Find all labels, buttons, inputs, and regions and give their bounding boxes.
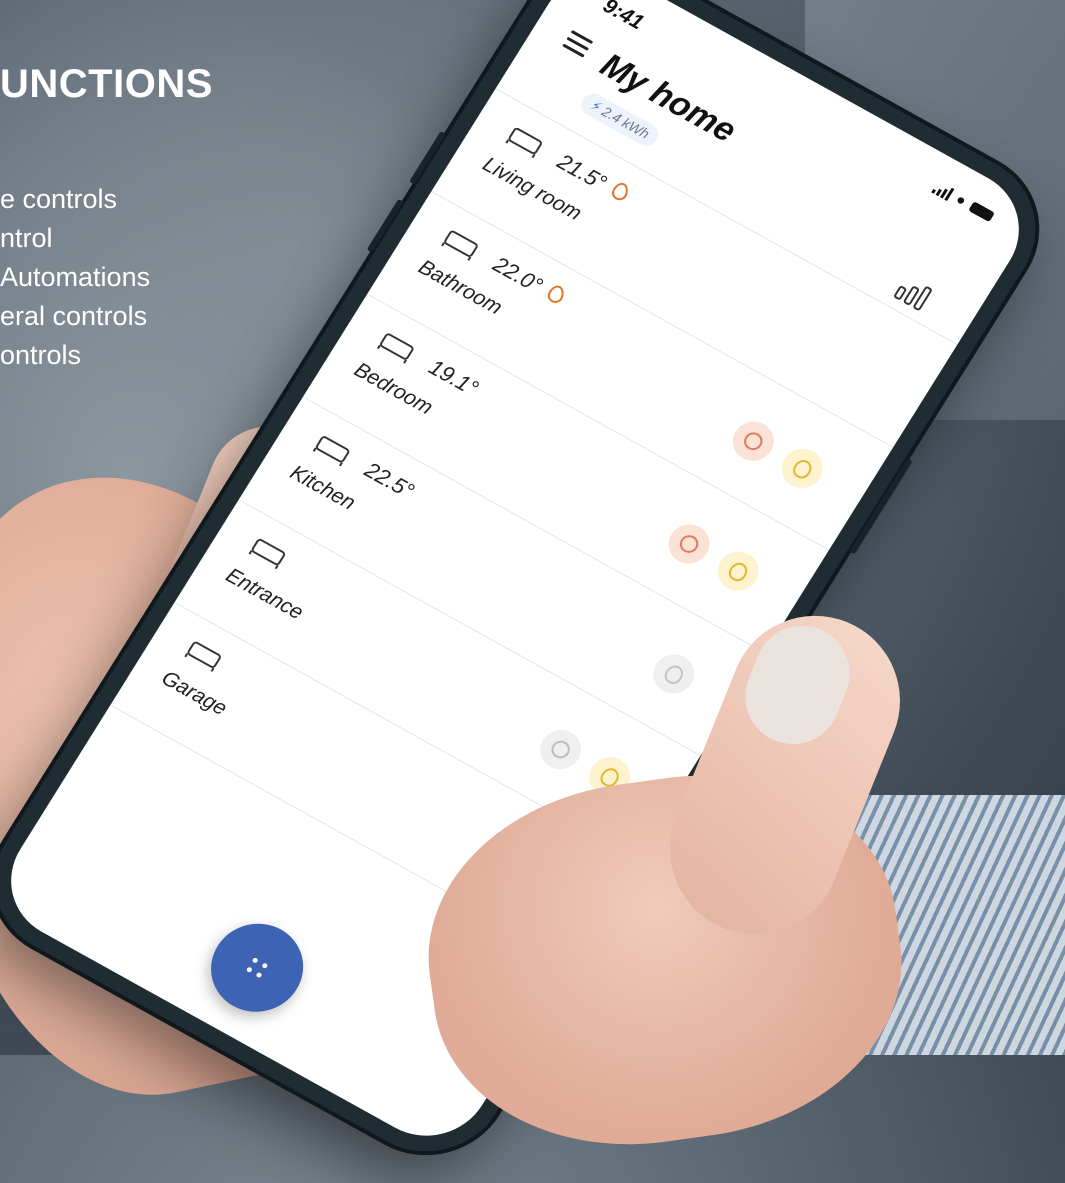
heating-icon <box>740 429 766 454</box>
pot-icon <box>309 429 358 470</box>
overlay-title: UNCTIONS <box>0 62 213 106</box>
stats-icon[interactable] <box>892 275 933 312</box>
battery-icon <box>968 201 995 223</box>
temperature-value: 19.1° <box>424 354 483 401</box>
menu-icon[interactable] <box>560 29 594 62</box>
heating-icon <box>545 283 567 305</box>
light-toggle[interactable] <box>709 544 767 598</box>
overlay-function-list: e controls ntrol Automations eral contro… <box>0 180 150 375</box>
temperature-value: 22.0° <box>488 251 548 298</box>
room-controls <box>660 517 767 598</box>
room-controls <box>645 647 702 701</box>
overlay-item: Automations <box>0 262 151 292</box>
status-time: 9:41 <box>598 0 648 35</box>
room-temperature: 19.1° <box>424 354 483 401</box>
light-bulb-icon <box>725 558 751 584</box>
heating-toggle[interactable] <box>532 722 589 777</box>
temperature-value: 21.5° <box>552 148 612 196</box>
room-name: Garage <box>157 666 231 721</box>
heating-toggle[interactable] <box>660 517 718 571</box>
room-name: Kitchen <box>285 461 360 515</box>
door-icon <box>245 532 294 573</box>
room-temperature: 22.5° <box>360 457 419 504</box>
light-bulb-icon <box>661 661 687 687</box>
heating-icon <box>609 180 631 203</box>
overlay-item: ontrols <box>0 340 82 370</box>
overlay-item: ntrol <box>0 223 53 253</box>
overlay-item: eral controls <box>0 301 148 331</box>
temperature-value: 22.5° <box>360 457 419 504</box>
heating-toggle[interactable] <box>725 414 782 468</box>
sofa-icon <box>502 121 551 162</box>
light-bulb-icon <box>789 456 815 481</box>
room-name: Entrance <box>221 563 308 625</box>
energy-value: 2.4 kWh <box>599 103 653 142</box>
bathtub-icon <box>437 224 486 265</box>
overlay-item: e controls <box>0 184 118 214</box>
room-controls <box>725 414 831 496</box>
bed-icon <box>373 326 422 367</box>
heating-icon <box>548 737 574 762</box>
status-icons: ● <box>931 179 997 225</box>
room-name: Bedroom <box>350 358 437 420</box>
dots-grid-icon <box>240 952 274 984</box>
light-toggle[interactable] <box>774 441 831 496</box>
signal-icon <box>931 180 955 201</box>
garage-icon <box>181 635 230 676</box>
heating-icon <box>676 532 702 557</box>
wifi-icon: ● <box>952 190 970 210</box>
light-toggle[interactable] <box>645 647 702 701</box>
